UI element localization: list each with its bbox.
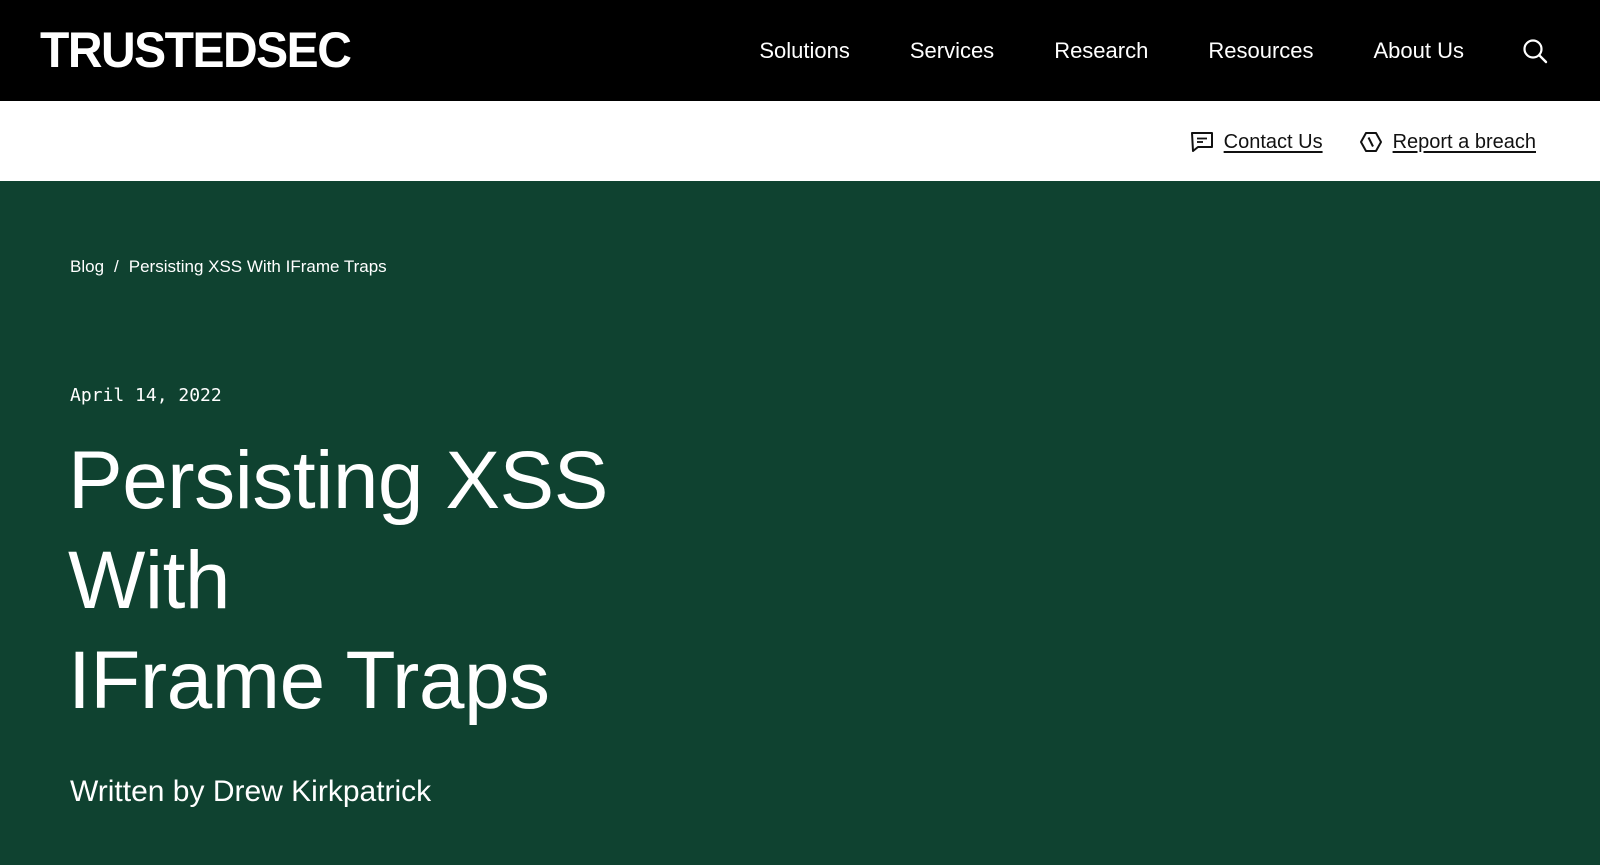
search-icon [1523,39,1548,64]
report-breach-link[interactable]: Report a breach [1359,129,1536,155]
contact-us-link[interactable]: Contact Us [1190,129,1323,155]
site-logo[interactable]: TRUSTEDSEC [40,22,352,81]
article-hero: Blog / Persisting XSS With IFrame Traps … [0,181,1600,865]
article-title: Persisting XSS With IFrame Traps [68,431,768,731]
report-breach-label: Report a breach [1392,131,1536,153]
utility-links: Contact Us Report a breach [1190,127,1536,157]
contact-us-label: Contact Us [1223,131,1323,153]
main-nav: Solutions Services Research Resources Ab… [759,36,1550,66]
search-button[interactable] [1520,36,1550,66]
nav-item-about-us[interactable]: About Us [1374,36,1465,66]
chat-icon [1190,130,1214,154]
nav-item-resources[interactable]: Resources [1208,36,1313,66]
top-navigation-bar: TRUSTEDSEC Solutions Services Research R… [0,0,1600,101]
breadcrumb-blog-link[interactable]: Blog [70,256,104,278]
article-title-line: IFrame Traps [68,635,550,726]
article-title-line: Persisting XSS [68,435,608,526]
breadcrumb-separator: / [114,257,119,276]
article-author: Written by Drew Kirkpatrick [70,775,432,808]
article-date: April 14, 2022 [70,385,222,406]
utility-bar: Contact Us Report a breach [0,101,1600,181]
breadcrumb-current: Persisting XSS With IFrame Traps [128,257,387,276]
article-title-line: With [68,535,231,626]
nav-item-research[interactable]: Research [1054,36,1148,66]
nav-item-solutions[interactable]: Solutions [759,36,850,66]
breach-icon [1359,130,1383,154]
nav-item-services[interactable]: Services [910,36,994,66]
breadcrumb: Blog / Persisting XSS With IFrame Traps [70,256,387,278]
